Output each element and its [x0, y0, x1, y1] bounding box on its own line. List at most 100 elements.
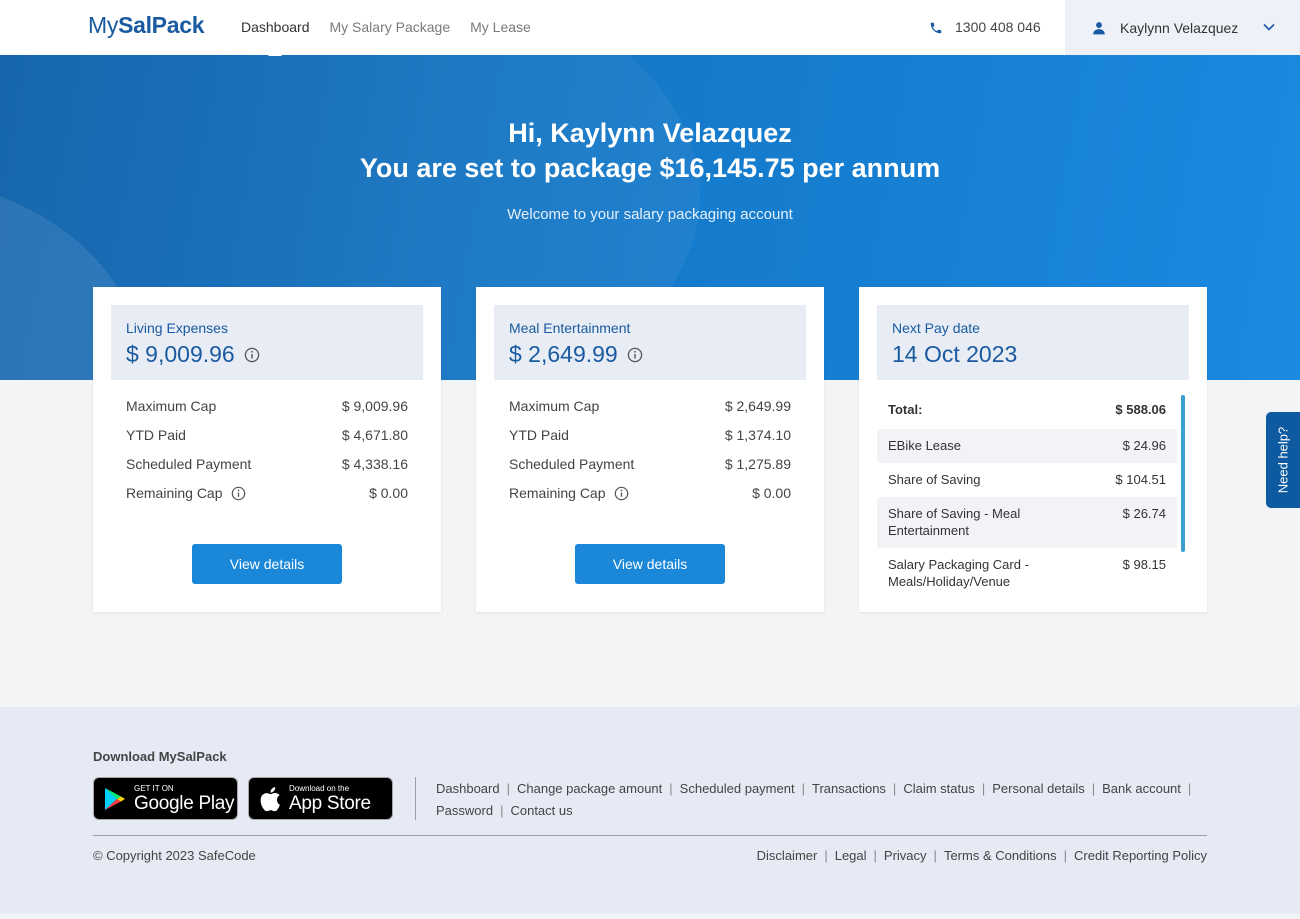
row-value: $ 4,671.80: [341, 427, 408, 443]
meal-entertainment-card: Meal Entertainment $ 2,649.99 Maximum Ca…: [476, 287, 824, 612]
footer-rule: [93, 835, 1207, 836]
apple-icon: [260, 786, 280, 811]
need-help-tab[interactable]: Need help?: [1266, 412, 1300, 508]
separator: |: [892, 781, 897, 796]
pay-breakdown-list[interactable]: Total: $ 588.06 EBike Lease $ 24.96 Shar…: [877, 395, 1177, 595]
phone-icon: [930, 22, 942, 33]
row-label: YTD Paid: [509, 427, 569, 443]
living-expenses-card: Living Expenses $ 9,009.96 Maximum Cap $ …: [93, 287, 441, 612]
footer-link-contact-us[interactable]: Contact us: [510, 803, 572, 818]
row-ytd-paid: YTD Paid $ 1,374.10: [509, 427, 791, 456]
card-amount: $ 9,009.96: [126, 341, 408, 368]
footer-link-personal-details[interactable]: Personal details: [992, 781, 1085, 796]
row-value: $ 4,338.16: [341, 456, 408, 472]
pay-item: Salary Packaging Card - Meals/Holiday/Ve…: [877, 548, 1177, 595]
app-store-badge[interactable]: Download on the App Store: [248, 777, 393, 820]
row-ytd-paid: YTD Paid $ 4,671.80: [126, 427, 408, 456]
separator: |: [873, 848, 877, 863]
pay-item: Share of Saving - Meal Entertainment $ 2…: [877, 497, 1177, 548]
logo[interactable]: MySalPack: [88, 12, 205, 39]
google-play-badge[interactable]: GET IT ON Google Play: [93, 777, 238, 820]
footer-link-claim-status[interactable]: Claim status: [903, 781, 975, 796]
row-label: Maximum Cap: [509, 398, 600, 414]
download-title: Download MySalPack: [93, 749, 227, 764]
row-value: $ 1,374.10: [724, 427, 791, 443]
footer-link-password[interactable]: Password: [436, 803, 493, 818]
need-help-label: Need help?: [1275, 426, 1291, 494]
row-scheduled-payment: Scheduled Payment $ 4,338.16: [126, 456, 408, 485]
footer: Download MySalPack GET IT ON Google Play…: [0, 707, 1300, 914]
info-icon[interactable]: [244, 347, 260, 363]
separator: |: [1063, 848, 1068, 863]
pay-item-value: $ 104.51: [1115, 472, 1166, 487]
separator: |: [1187, 781, 1192, 796]
footer-link-scheduled-payment[interactable]: Scheduled payment: [680, 781, 795, 796]
legal-link-terms[interactable]: Terms & Conditions: [944, 848, 1057, 863]
row-value: $ 1,275.89: [724, 456, 791, 472]
row-remaining-cap: Remaining Cap $ 0.00: [509, 485, 791, 514]
view-details-button[interactable]: View details: [575, 544, 725, 584]
card-header: Meal Entertainment $ 2,649.99: [494, 305, 806, 380]
footer-links: Dashboard | Change package amount | Schedule…: [436, 778, 1216, 822]
badge-small: GET IT ON: [134, 783, 174, 793]
pay-item-value: $ 98.15: [1122, 557, 1166, 572]
separator: |: [801, 781, 805, 796]
welcome-text: Welcome to your salary packaging account: [507, 206, 793, 223]
user-name: Kaylynn Velazquez: [1120, 19, 1239, 36]
row-value: $ 9,009.96: [341, 398, 408, 414]
scrollbar[interactable]: [1181, 395, 1185, 552]
pay-item-value: $ 24.96: [1122, 438, 1166, 453]
logo-prefix: My: [88, 12, 119, 38]
card-amount-value: $ 2,649.99: [509, 341, 618, 367]
nav-dashboard[interactable]: Dashboard: [241, 0, 310, 55]
info-icon[interactable]: [231, 486, 246, 501]
card-rows: Maximum Cap $ 2,649.99 YTD Paid $ 1,374.10…: [509, 398, 791, 514]
chevron-down-icon: [1263, 23, 1275, 31]
pay-item: EBike Lease $ 24.96: [877, 429, 1177, 463]
footer-link-dashboard[interactable]: Dashboard: [436, 781, 500, 796]
legal-link-privacy[interactable]: Privacy: [884, 848, 927, 863]
badge-text: GET IT ON Google Play: [134, 783, 235, 814]
pay-item-label: Share of Saving: [888, 472, 981, 487]
badge-big: App Store: [289, 792, 371, 814]
badge-big: Google Play: [134, 792, 235, 814]
pay-total-value: $ 588.06: [1115, 402, 1166, 417]
row-maximum-cap: Maximum Cap $ 2,649.99: [509, 398, 791, 427]
legal-link-credit-reporting[interactable]: Credit Reporting Policy: [1074, 848, 1207, 863]
card-title: Next Pay date: [892, 320, 980, 336]
user-menu[interactable]: Kaylynn Velazquez: [1065, 0, 1300, 55]
row-label-wrap: Remaining Cap: [126, 485, 246, 501]
nav-my-salary-package[interactable]: My Salary Package: [330, 0, 451, 55]
separator: |: [506, 781, 510, 796]
row-label: Scheduled Payment: [509, 456, 635, 472]
card-header: Living Expenses $ 9,009.96: [111, 305, 423, 380]
greeting: Hi, Kaylynn Velazquez: [508, 118, 792, 148]
row-label: YTD Paid: [126, 427, 186, 443]
separator: |: [824, 848, 828, 863]
separator: |: [669, 781, 673, 796]
footer-link-change-package[interactable]: Change package amount: [517, 781, 662, 796]
separator: |: [981, 781, 986, 796]
legal-link-disclaimer[interactable]: Disclaimer: [757, 848, 818, 863]
info-icon[interactable]: [627, 347, 643, 363]
legal-link-legal[interactable]: Legal: [835, 848, 867, 863]
row-label: Remaining Cap: [509, 485, 606, 501]
footer-link-transactions[interactable]: Transactions: [812, 781, 886, 796]
pay-item-label: EBike Lease: [888, 438, 961, 453]
pay-item-label: Share of Saving - Meal Entertainment: [888, 506, 1021, 538]
google-play-icon: [105, 787, 125, 810]
badge-text: Download on the App Store: [289, 784, 371, 814]
nav-my-lease[interactable]: My Lease: [470, 0, 531, 55]
badge-small: Download on the: [289, 783, 350, 793]
info-icon[interactable]: [614, 486, 629, 501]
row-label: Maximum Cap: [126, 398, 217, 414]
next-pay-date: 14 Oct 2023: [892, 341, 1018, 367]
pay-item: Share of Saving $ 104.51: [877, 463, 1177, 497]
view-details-button[interactable]: View details: [192, 544, 342, 584]
main-nav: Dashboard My Salary Package My Lease: [241, 0, 551, 55]
footer-link-bank-account[interactable]: Bank account: [1102, 781, 1181, 796]
phone-link[interactable]: 1300 408 046: [929, 0, 1041, 55]
pay-total-row: Total: $ 588.06: [877, 395, 1177, 429]
card-title: Meal Entertainment: [509, 320, 631, 336]
pay-item-label: Salary Packaging Card - Meals/Holiday/Ve…: [888, 557, 1029, 589]
